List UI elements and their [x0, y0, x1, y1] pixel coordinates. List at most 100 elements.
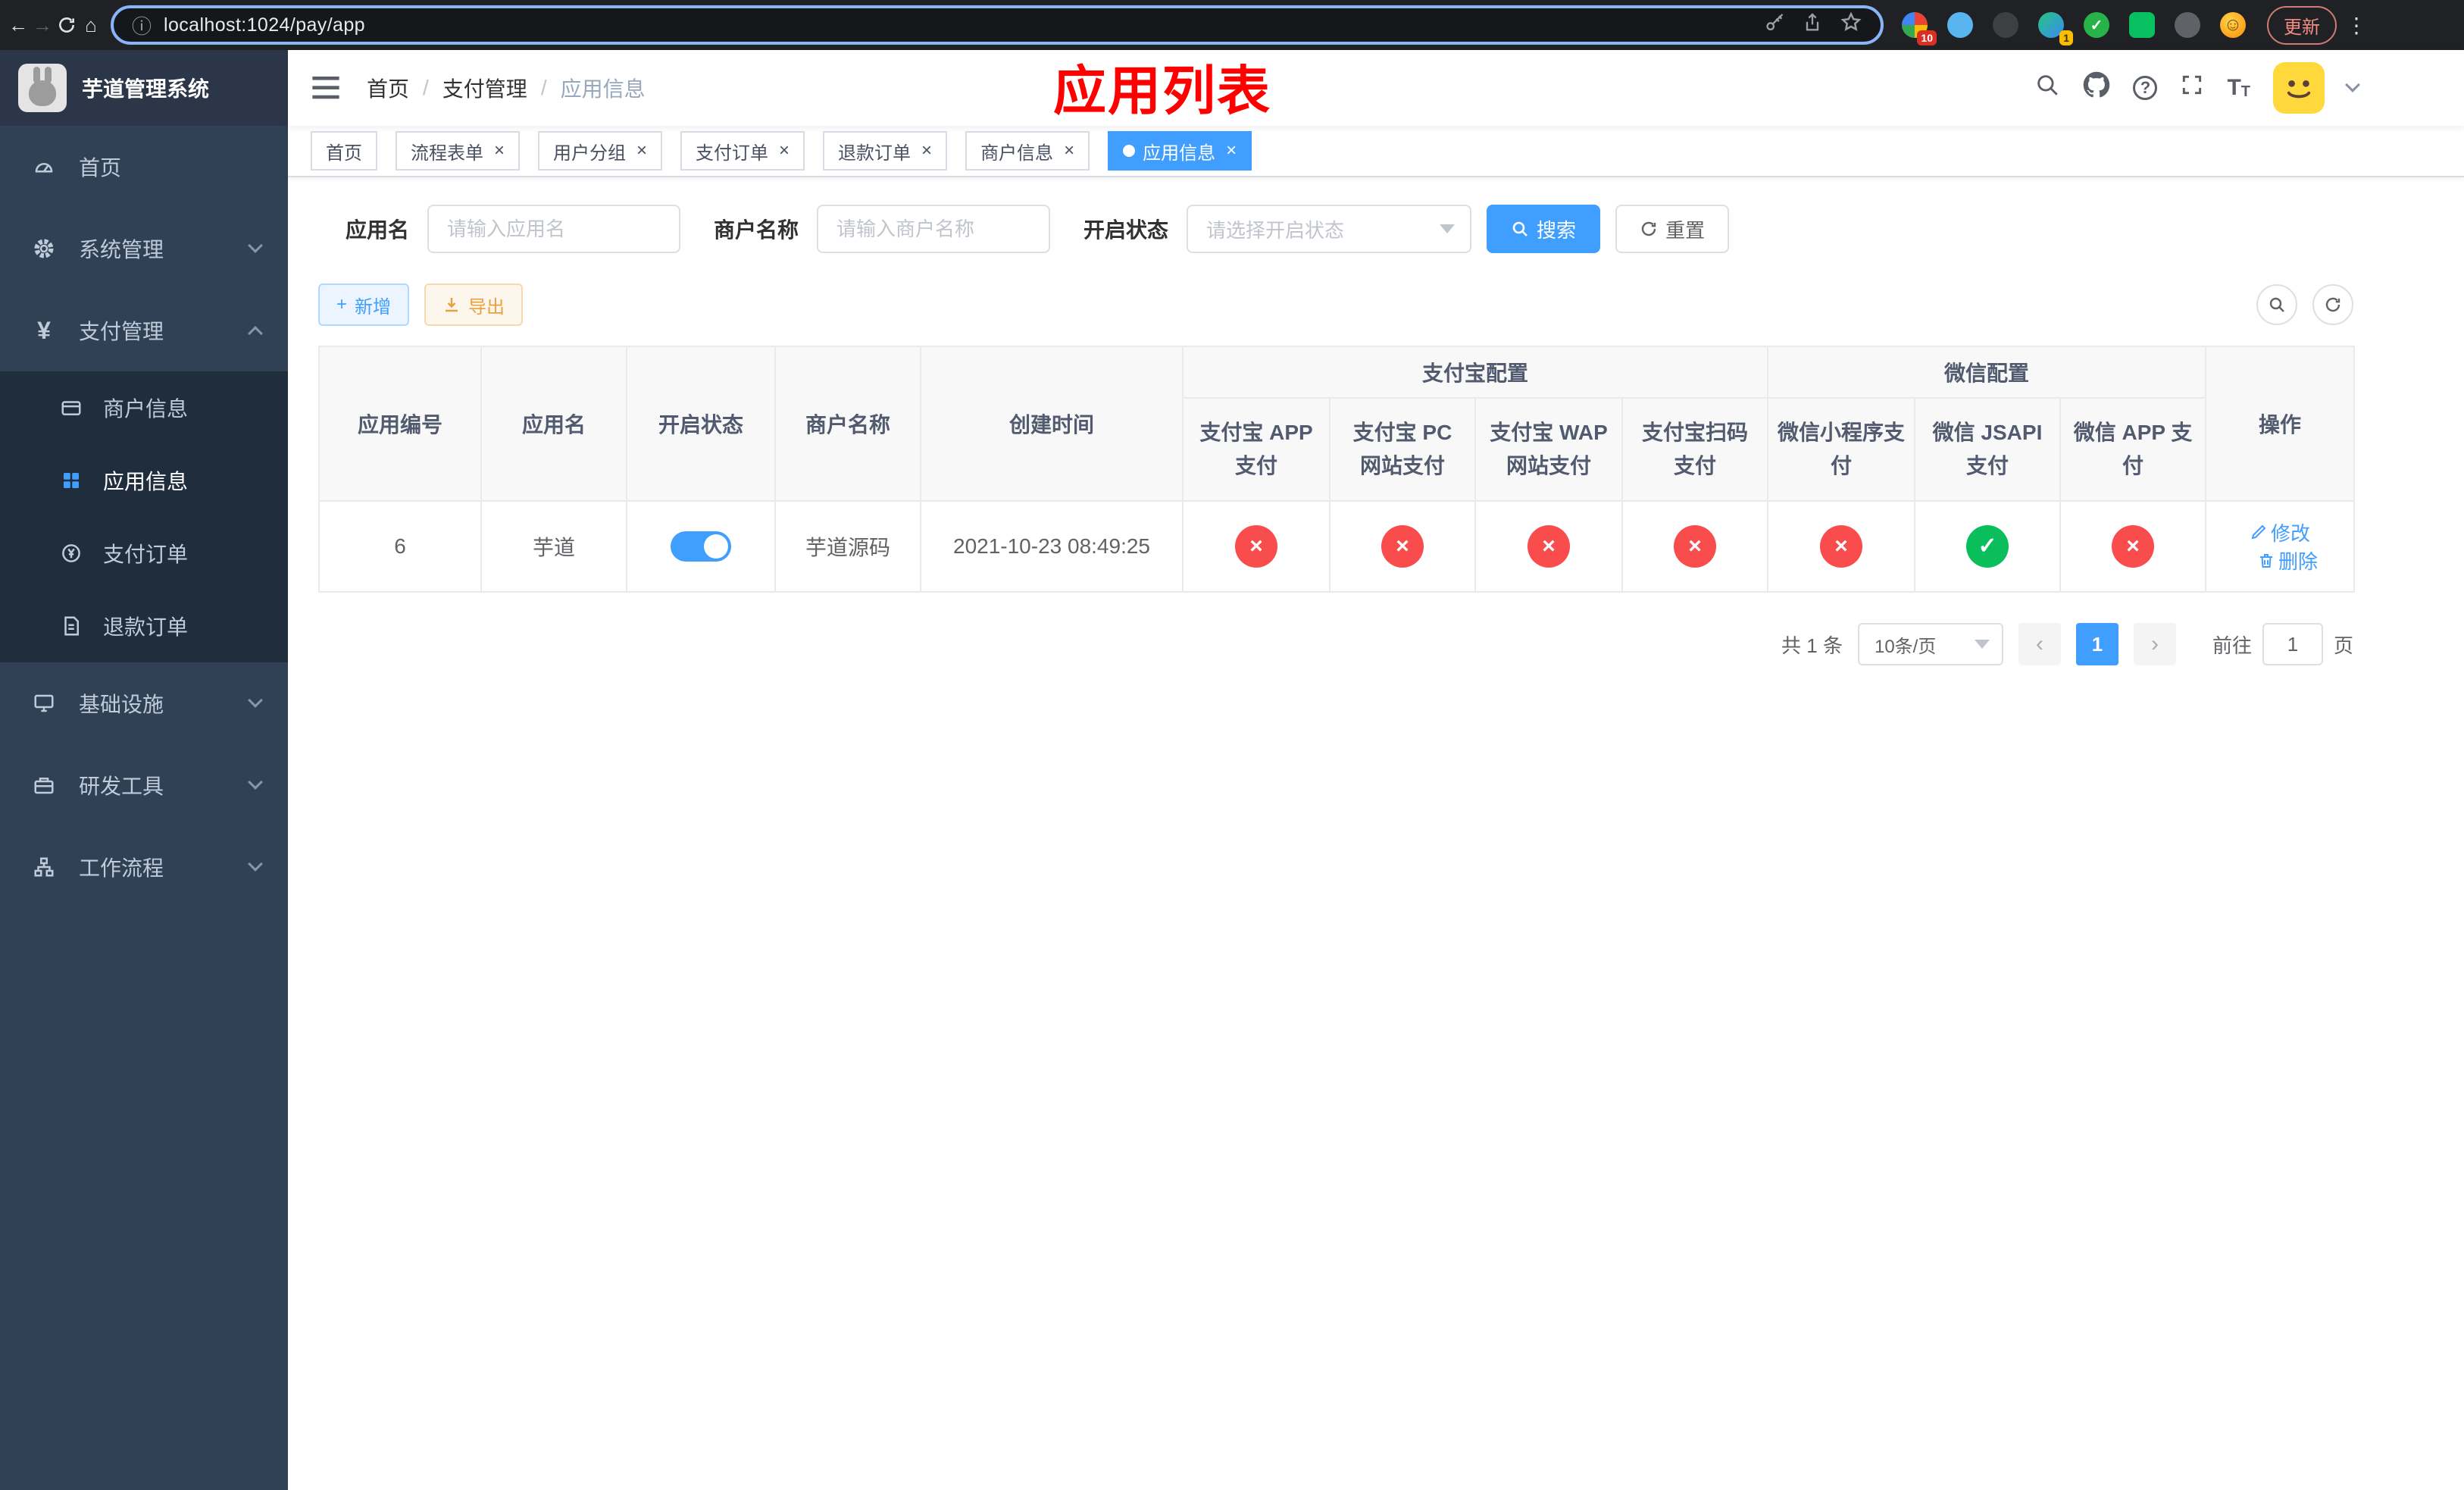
browser-menu-icon[interactable]: ⋮ [2337, 13, 2376, 38]
reload-icon[interactable] [55, 7, 79, 43]
extension-icon[interactable] [1947, 12, 1973, 38]
site-info-icon[interactable]: ⓘ [132, 11, 152, 39]
page-1-button[interactable]: 1 [2075, 623, 2118, 665]
browser-chrome: ← → ⌂ ⓘ localhost:1024/pay/app 10 1 ✓ ☺ … [0, 0, 2464, 50]
refresh-button[interactable] [2312, 284, 2353, 325]
extension-icon[interactable]: 10 [1902, 12, 1937, 45]
tab-home[interactable]: 首页 [311, 131, 377, 171]
status-toggle[interactable] [671, 531, 731, 562]
back-icon[interactable]: ← [6, 7, 30, 43]
gear-icon [30, 237, 58, 260]
update-button[interactable]: 更新 [2267, 5, 2337, 45]
app-name-input[interactable] [427, 205, 681, 253]
cell-merchant-name: 芋道源码 [774, 500, 921, 593]
close-icon[interactable]: × [636, 142, 647, 160]
col-wechat-app: 微信 APP 支付 [2059, 397, 2207, 502]
apps-table: 应用编号 应用名 开启状态 商户名称 创建时间 支付宝配置 微信配置 操作 支付… [318, 346, 2356, 593]
goto-page-input[interactable] [2262, 623, 2323, 665]
sidebar-item-refund-order[interactable]: 退款订单 [0, 590, 288, 662]
sidebar-logo[interactable]: 芋道管理系统 [0, 50, 288, 126]
breadcrumb-home[interactable]: 首页 [367, 73, 409, 103]
close-icon[interactable]: × [1226, 142, 1237, 160]
app-name-label: 应用名 [346, 218, 410, 242]
reset-button[interactable]: 重置 [1615, 205, 1730, 253]
extension-icon[interactable]: ✓ [2084, 12, 2109, 38]
fullscreen-icon[interactable] [2180, 73, 2204, 103]
extension-icon[interactable] [2175, 12, 2200, 38]
password-key-icon[interactable] [1764, 11, 1785, 39]
close-icon[interactable]: × [779, 142, 790, 160]
active-dot [1123, 145, 1136, 157]
sidebar-item-pay-order[interactable]: 支付订单 [0, 517, 288, 590]
sidebar-item-home[interactable]: 首页 [0, 126, 288, 208]
sidebar-item-system[interactable]: 系统管理 [0, 208, 288, 290]
export-button[interactable]: 导出 [424, 283, 524, 326]
bookmark-star-icon[interactable] [1840, 11, 1862, 39]
dashboard-icon [30, 155, 58, 178]
extension-icon[interactable]: 1 [2038, 12, 2073, 45]
tab-process-form[interactable]: 流程表单 × [396, 131, 521, 171]
close-icon[interactable]: × [921, 142, 932, 160]
page-size-select[interactable]: 10条/页 [1857, 623, 2003, 665]
close-icon[interactable]: × [1064, 142, 1074, 160]
tab-pay-order[interactable]: 支付订单 × [680, 131, 805, 171]
col-status: 开启状态 [626, 346, 776, 502]
wechat-app-disabled-icon: × [2112, 525, 2155, 568]
document-icon [58, 615, 85, 637]
tab-merchant-info[interactable]: 商户信息 × [965, 131, 1090, 171]
payment-submenu: 商户信息 应用信息 支付订单 退款订单 [0, 371, 288, 662]
extension-badge: 10 [1917, 30, 1937, 45]
caret-down-icon[interactable] [2345, 77, 2360, 92]
breadcrumb-payment[interactable]: 支付管理 [442, 73, 527, 103]
cell-app-id: 6 [318, 500, 482, 593]
wechat-lite-disabled-icon: × [1820, 525, 1863, 568]
search-button[interactable]: 搜索 [1487, 205, 1601, 253]
forward-icon[interactable]: → [30, 7, 55, 43]
address-bar[interactable]: ⓘ localhost:1024/pay/app [111, 5, 1884, 45]
sidebar-item-merchant-info[interactable]: 商户信息 [0, 371, 288, 444]
plus-icon: + [336, 294, 348, 315]
sidebar-item-app-info[interactable]: 应用信息 [0, 444, 288, 517]
cell-status [626, 500, 776, 593]
hamburger-icon[interactable] [312, 77, 339, 99]
home-icon[interactable]: ⌂ [79, 7, 103, 43]
extensions-row: 10 1 ✓ ☺ [1902, 12, 2246, 45]
workflow-icon [30, 856, 58, 878]
tab-refund-order[interactable]: 退款订单 × [823, 131, 948, 171]
next-page-button[interactable]: › [2133, 623, 2176, 665]
share-icon[interactable] [1802, 11, 1823, 39]
tab-user-group[interactable]: 用户分组 × [538, 131, 663, 171]
browser-profile-avatar[interactable]: ☺ [2220, 12, 2246, 38]
sidebar-item-workflow[interactable]: 工作流程 [0, 826, 288, 908]
alipay-qr-disabled-icon: × [1674, 525, 1716, 568]
col-alipay-wap: 支付宝 WAP 网站支付 [1474, 397, 1623, 502]
yen-icon: ¥ [37, 316, 51, 344]
col-group-wechat: 微信配置 [1767, 346, 2207, 399]
wechat-jsapi-enabled-icon: ✓ [1966, 525, 2009, 568]
credit-card-icon [58, 396, 85, 419]
navbar-actions: ? TT [2034, 62, 2440, 114]
col-alipay-qr: 支付宝扫码支付 [1621, 397, 1769, 502]
grid-icon [58, 469, 85, 492]
pagination: 共 1 条 10条/页 ‹ 1 › 前往 页 [318, 623, 2353, 665]
prev-page-button[interactable]: ‹ [2018, 623, 2061, 665]
sidebar-item-devtools[interactable]: 研发工具 [0, 744, 288, 826]
sidebar-item-payment[interactable]: ¥ 支付管理 [0, 290, 288, 371]
edit-link[interactable]: 修改 [2250, 518, 2310, 546]
search-icon[interactable] [2034, 72, 2060, 104]
font-size-icon[interactable]: TT [2227, 75, 2250, 101]
github-icon[interactable] [2083, 71, 2110, 105]
add-button[interactable]: + 新增 [318, 283, 410, 326]
delete-link[interactable]: 删除 [2257, 546, 2318, 574]
merchant-name-input[interactable] [817, 205, 1051, 253]
extension-icon[interactable] [2129, 12, 2155, 38]
tab-app-info[interactable]: 应用信息 × [1108, 131, 1252, 171]
user-avatar[interactable] [2273, 62, 2325, 114]
close-icon[interactable]: × [494, 142, 505, 160]
extension-icon[interactable] [1993, 12, 2018, 38]
help-icon[interactable]: ? [2133, 76, 2158, 100]
toggle-search-button[interactable] [2256, 284, 2297, 325]
status-select[interactable]: 请选择开启状态 [1187, 205, 1472, 253]
sidebar-item-infrastructure[interactable]: 基础设施 [0, 662, 288, 744]
table-row: 6 芋道 芋道源码 2021-10-23 08:49:25 × × × × × … [318, 500, 2356, 593]
